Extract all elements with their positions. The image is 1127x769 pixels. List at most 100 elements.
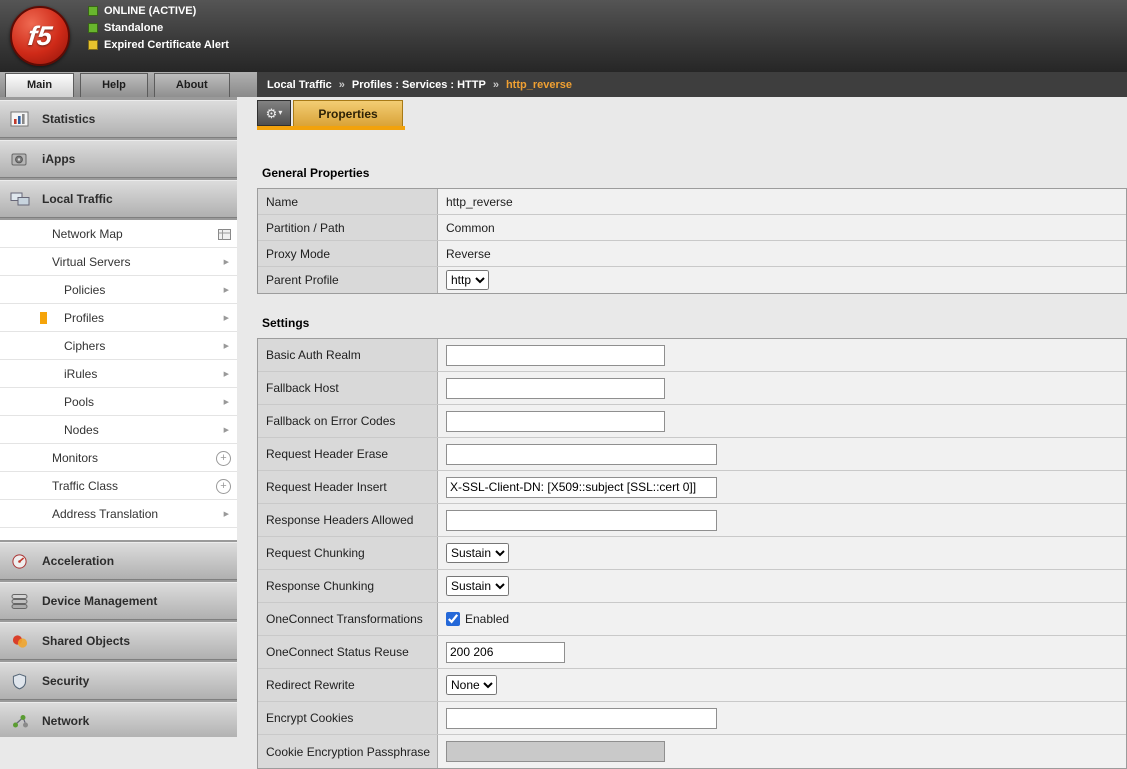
add-icon[interactable]: +: [216, 451, 231, 466]
sidebar-section-local-traffic[interactable]: Local Traffic: [0, 180, 237, 218]
device-status-list: ONLINE (ACTIVE)StandaloneExpired Certifi…: [88, 4, 229, 51]
sidebar-section-iapps[interactable]: iApps: [0, 140, 237, 178]
breadcrumb-link[interactable]: Profiles : Services : HTTP: [352, 79, 486, 91]
sidebar-section-label: iApps: [42, 152, 75, 166]
oneconnect-status-reuse-input[interactable]: [446, 642, 565, 663]
sidebar-section-acceleration[interactable]: Acceleration: [0, 542, 237, 580]
request-header-insert-input[interactable]: [446, 477, 717, 498]
tab-properties[interactable]: Properties: [293, 100, 403, 126]
row-value: [438, 702, 1126, 734]
name-value: http_reverse: [446, 195, 513, 209]
sidebar-item-profiles[interactable]: Profiles▶: [0, 304, 237, 332]
sidebar-item-nodes[interactable]: Nodes▶: [0, 416, 237, 444]
tab-help[interactable]: Help: [80, 73, 148, 97]
breadcrumb-separator: »: [493, 79, 499, 91]
sidebar-item-irules[interactable]: iRules▶: [0, 360, 237, 388]
sidebar-item-label: Policies: [64, 283, 105, 297]
response-chunking-select[interactable]: Sustain: [446, 576, 509, 596]
row-value: [438, 438, 1126, 470]
tab-main[interactable]: Main: [5, 73, 74, 97]
local-traffic-icon: [8, 191, 34, 208]
row-value: http: [438, 267, 1126, 293]
row-label: Partition / Path: [258, 215, 438, 240]
redirect-rewrite-select[interactable]: None: [446, 675, 497, 695]
row-label: OneConnect Status Reuse: [258, 636, 438, 668]
add-icon[interactable]: +: [216, 479, 231, 494]
sidebar-item-label: Address Translation: [52, 507, 158, 521]
row-value: [438, 636, 1126, 668]
row-value: None: [438, 669, 1126, 701]
breadcrumb-current: http_reverse: [506, 79, 572, 91]
sidebar-section-network[interactable]: Network: [0, 702, 237, 737]
shared-objects-icon: [8, 633, 34, 650]
breadcrumb-link[interactable]: Local Traffic: [267, 79, 332, 91]
status-indicator-icon: [88, 6, 98, 16]
sidebar-item-ciphers[interactable]: Ciphers▶: [0, 332, 237, 360]
status-label: ONLINE (ACTIVE): [104, 5, 196, 17]
sidebar-section-shared-objects[interactable]: Shared Objects: [0, 622, 237, 660]
table-row-fallback-on-error-codes: Fallback on Error Codes: [258, 405, 1126, 438]
sidebar-section-label: Local Traffic: [42, 192, 113, 206]
table-row-redirect-rewrite: Redirect RewriteNone: [258, 669, 1126, 702]
sidebar-item-label: Profiles: [64, 311, 104, 325]
status-item: ONLINE (ACTIVE): [88, 4, 229, 17]
encrypt-cookies-input[interactable]: [446, 708, 717, 729]
expand-arrow-icon: ▶: [224, 258, 229, 266]
request-chunking-select[interactable]: Sustain: [446, 543, 509, 563]
row-value: [438, 504, 1126, 536]
row-label: Response Headers Allowed: [258, 504, 438, 536]
row-value: Enabled: [438, 603, 1126, 635]
expand-arrow-icon: ▶: [224, 398, 229, 406]
sidebar-item-address-translation[interactable]: Address Translation▶: [0, 500, 237, 528]
oneconnect-transformations-checkbox[interactable]: [446, 612, 460, 626]
basic-auth-realm-input[interactable]: [446, 345, 665, 366]
sidebar-item-label: Virtual Servers: [52, 255, 130, 269]
row-label: Request Header Insert: [258, 471, 438, 503]
sidebar-nav: StatisticsiAppsLocal TrafficNetwork MapV…: [0, 97, 237, 737]
sidebar-item-traffic-class[interactable]: Traffic Class+: [0, 472, 237, 500]
fallback-host-input[interactable]: [446, 378, 665, 399]
request-header-erase-input[interactable]: [446, 444, 717, 465]
table-row-oneconnect-status-reuse: OneConnect Status Reuse: [258, 636, 1126, 669]
sidebar-item-network-map[interactable]: Network Map: [0, 220, 237, 248]
settings-title: Settings: [262, 316, 1127, 330]
table-row-response-headers-allowed: Response Headers Allowed: [258, 504, 1126, 537]
table-row-partition-path: Partition / PathCommon: [258, 215, 1126, 241]
network-icon: [8, 713, 34, 730]
sidebar-item-label: Nodes: [64, 423, 99, 437]
parent-profile-select[interactable]: http: [446, 270, 489, 290]
sidebar-section-device-management[interactable]: Device Management: [0, 582, 237, 620]
row-label: Encrypt Cookies: [258, 702, 438, 734]
response-headers-allowed-input[interactable]: [446, 510, 717, 531]
status-indicator-icon: [88, 40, 98, 50]
status-item: Expired Certificate Alert: [88, 38, 229, 51]
sidebar-item-pools[interactable]: Pools▶: [0, 388, 237, 416]
gear-menu-button[interactable]: ⚙ ▾: [257, 100, 291, 126]
f5-logo[interactable]: f5: [10, 6, 70, 66]
security-icon: [8, 673, 34, 690]
sidebar-item-virtual-servers[interactable]: Virtual Servers ▶: [0, 248, 237, 276]
row-label: Basic Auth Realm: [258, 339, 438, 371]
settings-table: Basic Auth RealmFallback HostFallback on…: [257, 338, 1127, 769]
selected-item-marker: [40, 312, 47, 324]
tab-about[interactable]: About: [154, 73, 230, 97]
breadcrumb: Local Traffic » Profiles : Services : HTTP…: [257, 72, 1127, 97]
row-label: Proxy Mode: [258, 241, 438, 266]
fallback-on-error-codes-input[interactable]: [446, 411, 665, 432]
table-row-cookie-encryption-passphrase: Cookie Encryption Passphrase: [258, 735, 1126, 768]
sidebar-section-security[interactable]: Security: [0, 662, 237, 700]
table-row-proxy-mode: Proxy ModeReverse: [258, 241, 1126, 267]
table-row-basic-auth-realm: Basic Auth Realm: [258, 339, 1126, 372]
cookie-encryption-passphrase-input[interactable]: [446, 741, 665, 762]
active-tab-underline: [257, 126, 405, 130]
row-label: Response Chunking: [258, 570, 438, 602]
device-management-icon: [8, 593, 34, 610]
table-row-request-header-erase: Request Header Erase: [258, 438, 1126, 471]
network-map-icon: [218, 229, 231, 243]
sidebar-section-statistics[interactable]: Statistics: [0, 100, 237, 138]
f5-logo-text: f5: [26, 21, 53, 52]
sidebar-item-monitors[interactable]: Monitors+: [0, 444, 237, 472]
row-value: Common: [438, 215, 1126, 240]
sidebar-item-policies[interactable]: Policies▶: [0, 276, 237, 304]
table-row-request-header-insert: Request Header Insert: [258, 471, 1126, 504]
